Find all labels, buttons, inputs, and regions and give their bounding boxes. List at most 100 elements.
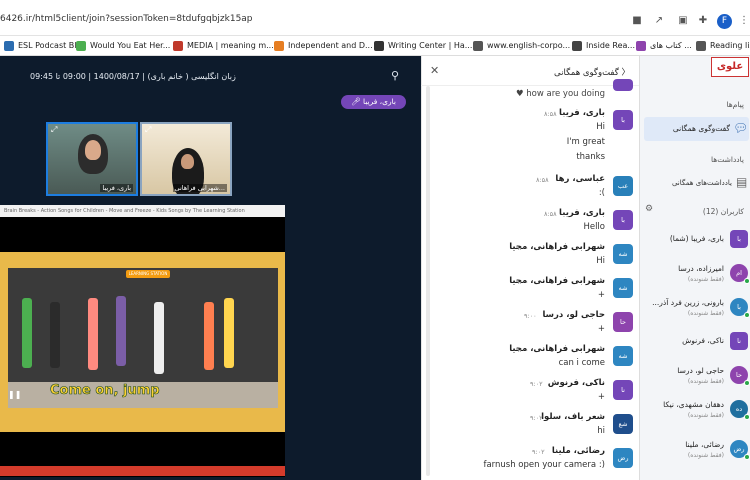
dancer: [88, 298, 98, 370]
user-list-item[interactable]: بارونی، زرین فرد آذر... (فقط شنونده) با: [644, 294, 750, 324]
user-list-item[interactable]: دهقان مشهدی، نیکا (فقط شنونده) ده: [644, 396, 750, 426]
bookmark-item[interactable]: Writing Center | Ha...: [374, 39, 472, 53]
webcam-tile[interactable]: ⤢ باری، فریبا: [46, 122, 138, 196]
bookmark-favicon-icon: [274, 41, 284, 51]
message-sender: ناکی، فرنوش: [547, 378, 605, 388]
dancer: [22, 298, 32, 368]
menu-icon[interactable]: ⋮: [738, 15, 750, 27]
user-status: (فقط شنونده): [687, 276, 724, 283]
profile-avatar[interactable]: F: [717, 14, 732, 29]
school-logo: علوی: [711, 57, 749, 77]
puzzle-icon[interactable]: ✚: [697, 15, 709, 27]
extension-icon[interactable]: ▣: [677, 15, 689, 27]
listen-only-icon: [744, 454, 750, 460]
user-list-item[interactable]: ناکی، فرنوش نا: [644, 328, 750, 358]
taskbar-strip: [0, 466, 285, 476]
user-name: حاجی لو، درسا: [677, 366, 724, 375]
user-avatar: نا: [730, 332, 748, 350]
message-avatar: نا: [613, 380, 633, 400]
user-name: امیرزاده، درسا: [678, 264, 724, 273]
user-list-item[interactable]: رضائی، ملینا (فقط شنونده) رض: [644, 436, 750, 466]
chat-message: حاجی لو، درسا ۹:۰۰ + حا: [430, 308, 635, 338]
message-sender: رضائی، ملینا: [551, 446, 605, 456]
dancer: [154, 302, 164, 374]
dancer: [224, 298, 234, 368]
bookmark-item[interactable]: Inside Rea...: [572, 39, 635, 53]
message-text: farnush open your camera :): [483, 460, 605, 470]
chevron-right-icon[interactable]: 〉: [621, 68, 630, 78]
bookmark-item[interactable]: کتاب های ...: [636, 39, 692, 53]
message-time: ۹:۰۲: [530, 380, 543, 388]
message-time: ۹:۰۲: [530, 414, 543, 422]
user-list-item[interactable]: حاجی لو، درسا (فقط شنونده) حا: [644, 362, 750, 392]
user-status: (فقط شنونده): [687, 412, 724, 419]
bookmark-favicon-icon: [4, 41, 14, 51]
message-sender: عباسی، رها: [555, 174, 605, 184]
message-time: ۸:۵۸: [536, 176, 549, 184]
message-avatar: شه: [613, 278, 633, 298]
user-name: دهقان مشهدی، نیکا: [663, 400, 724, 409]
message-avatar: شه: [613, 346, 633, 366]
message-text: ♥ how are you doing: [515, 89, 605, 99]
webcam-name: باری، فریبا: [100, 184, 133, 192]
microphone-icon: 🎤︎: [351, 97, 363, 106]
message-avatar: [613, 79, 633, 91]
user-list-item[interactable]: امیرزاده، درسا (فقط شنونده) ام: [644, 260, 750, 290]
camera-icon[interactable]: ■: [631, 15, 643, 27]
bookmark-favicon-icon: [473, 41, 483, 51]
gear-icon[interactable]: ⚙: [645, 204, 653, 214]
message-text: +: [597, 290, 605, 300]
bookmark-item[interactable]: MEDIA | meaning m...: [173, 39, 274, 53]
user-list-icon[interactable]: ⚲: [388, 69, 402, 83]
message-time: ۹:۰۲: [532, 448, 545, 456]
expand-icon[interactable]: ⤢: [145, 125, 151, 135]
listen-only-icon: [744, 414, 750, 420]
user-list-item[interactable]: باری، فریبا (شما) با: [644, 226, 750, 256]
reading-list-icon: [696, 41, 706, 51]
share-icon[interactable]: ↗: [653, 15, 665, 27]
user-status: (فقط شنونده): [687, 452, 724, 459]
chat-message: باری، فریبا ۸:۵۸ Hello با: [430, 206, 635, 234]
user-name: رضائی، ملینا: [685, 440, 724, 449]
message-text: can i come: [558, 358, 605, 368]
user-status: (فقط شنونده): [687, 378, 724, 385]
bookmark-favicon-icon: [173, 41, 183, 51]
message-avatar: شه: [613, 244, 633, 264]
webcam-face: [85, 140, 101, 160]
message-text: Hi: [596, 256, 605, 266]
bookmark-item[interactable]: Reading list: [696, 39, 750, 53]
message-text: thanks: [576, 152, 605, 162]
message-sender: باری، فریبا: [559, 108, 605, 118]
screenshare-window-title: Brain Breaks - Action Songs for Children…: [0, 205, 285, 217]
user-avatar: با: [730, 230, 748, 248]
notes-section-title: یادداشت‌ها: [710, 155, 744, 164]
dancer: [116, 296, 126, 366]
talking-indicator: 🎤︎ باری، فریبا: [341, 95, 406, 109]
message-text: +: [597, 324, 605, 334]
user-name: بارونی، زرین فرد آذر...: [652, 298, 724, 307]
webcam-face: [181, 154, 194, 169]
message-sender: باری، فریبا: [559, 208, 605, 218]
message-avatar: عب: [613, 176, 633, 196]
chat-message: شهرابی فراهانی، محیا ۹:۰۰ + شه: [430, 274, 635, 304]
message-avatar: رض: [613, 448, 633, 468]
video-caption: Come on, jump: [50, 383, 160, 399]
listen-only-icon: [744, 380, 750, 386]
bookmark-item[interactable]: www.english-corpo...: [473, 39, 570, 53]
bookmark-item[interactable]: ESL Podcast Blog: [4, 39, 86, 53]
message-text: Hi: [596, 122, 605, 132]
chat-message: شهرابی فراهانی، محیا ۹:۰۰ can i come شه: [430, 342, 635, 372]
url-text[interactable]: 6426.ir/html5client/join?sessionToken=8t…: [0, 14, 253, 24]
expand-icon[interactable]: ⤢: [51, 125, 57, 135]
bookmark-item[interactable]: Independent and D...: [274, 39, 373, 53]
message-text: +: [597, 392, 605, 402]
bookmark-item[interactable]: Would You Eat Her...: [76, 39, 170, 53]
chat-message: شهرابی فراهانی، محیا ۹:۰۰ Hi شه: [430, 240, 635, 270]
pause-icon[interactable]: ❚❚: [8, 390, 48, 404]
dancer: [204, 302, 214, 370]
messages-section-title: پیام‌ها: [726, 100, 744, 109]
webcam-tile[interactable]: ⤢ شهرابی فراهانی...: [140, 122, 232, 196]
message-time: ۸:۵۸: [544, 110, 557, 118]
chat-title: گفت‌وگوی همگانی 〉: [554, 68, 630, 78]
close-icon[interactable]: ✕: [430, 64, 439, 77]
